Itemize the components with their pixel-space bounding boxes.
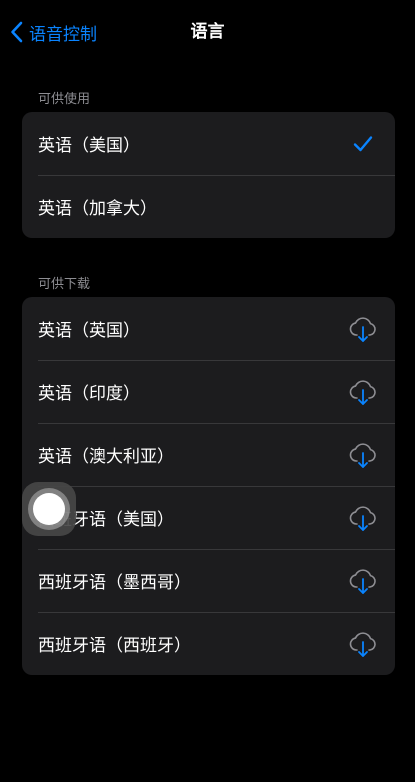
- language-label: 西班牙语（西班牙）: [38, 636, 191, 656]
- cloud-download-icon[interactable]: [348, 440, 378, 470]
- available-languages-list: 英语（美国） 英语（加拿大）: [22, 112, 395, 238]
- cloud-download-icon[interactable]: [348, 629, 378, 659]
- cloud-download-icon[interactable]: [348, 377, 378, 407]
- section-header-downloadable: 可供下载: [38, 277, 91, 292]
- cloud-download-icon[interactable]: [348, 314, 378, 344]
- screen: 语音控制 语言 可供使用 英语（美国） 英语（加拿大） 可供下载 英语（英国）: [0, 0, 415, 782]
- language-row-en-ca[interactable]: 英语（加拿大）: [22, 175, 395, 238]
- language-label: 英语（美国）: [38, 136, 140, 156]
- assistive-touch-ring: [28, 488, 70, 530]
- cloud-download-icon[interactable]: [348, 566, 378, 596]
- checkmark-icon: [348, 129, 378, 159]
- language-row-es-us[interactable]: 西班牙语（美国）: [22, 486, 395, 549]
- language-label: 英语（澳大利亚）: [38, 447, 174, 467]
- language-row-es-mx[interactable]: 西班牙语（墨西哥）: [22, 549, 395, 612]
- language-label: 英语（印度）: [38, 384, 140, 404]
- cloud-download-icon[interactable]: [348, 503, 378, 533]
- assistive-touch-button[interactable]: [22, 482, 76, 536]
- downloadable-languages-list: 英语（英国） 英语（印度） 英语（澳大利亚） 西班牙语（美国） 西班牙语（墨西哥…: [22, 297, 395, 675]
- assistive-touch-core: [33, 493, 65, 525]
- language-row-en-au[interactable]: 英语（澳大利亚）: [22, 423, 395, 486]
- section-header-available: 可供使用: [38, 92, 91, 107]
- language-row-en-gb[interactable]: 英语（英国）: [22, 297, 395, 360]
- language-label: 英语（英国）: [38, 321, 140, 341]
- language-label: 英语（加拿大）: [38, 199, 157, 219]
- page-title: 语言: [190, 22, 225, 42]
- language-row-es-es[interactable]: 西班牙语（西班牙）: [22, 612, 395, 675]
- language-label: 西班牙语（墨西哥）: [38, 573, 191, 593]
- language-row-en-in[interactable]: 英语（印度）: [22, 360, 395, 423]
- navigation-bar: 语音控制 语言: [0, 0, 415, 62]
- language-row-en-us[interactable]: 英语（美国）: [22, 112, 395, 175]
